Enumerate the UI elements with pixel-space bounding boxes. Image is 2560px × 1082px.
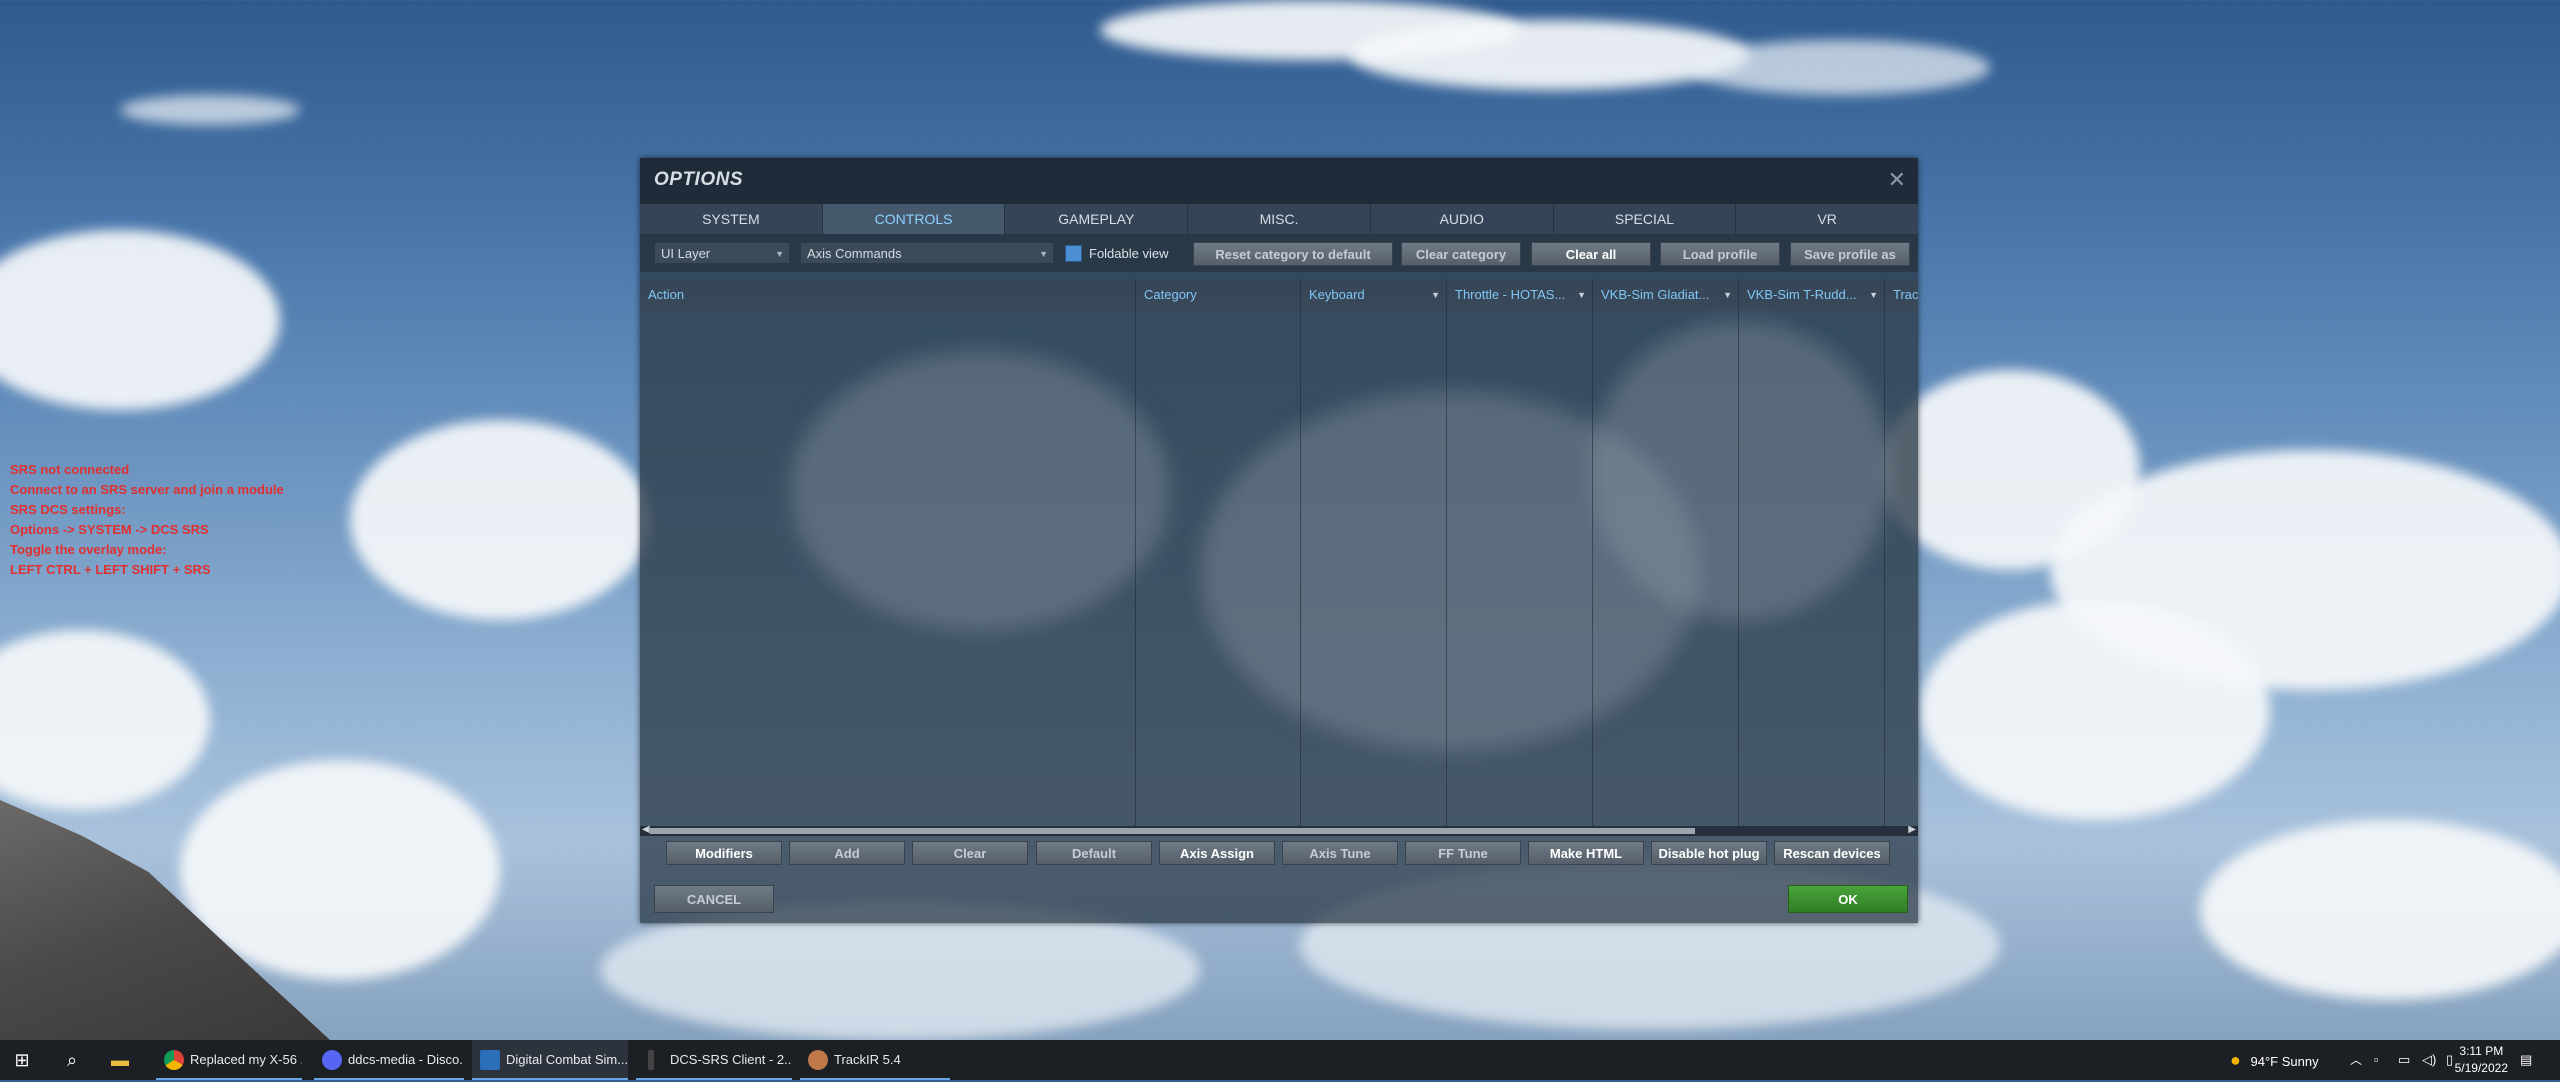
file-explorer-icon[interactable]: ▬ bbox=[108, 1048, 132, 1072]
disable-hot-plug-button[interactable]: Disable hot plug bbox=[1651, 841, 1767, 865]
reset-category-button[interactable]: Reset category to default bbox=[1193, 242, 1393, 266]
trackir-icon bbox=[808, 1050, 828, 1070]
chevron-down-icon: ▼ bbox=[775, 249, 784, 259]
axis-tune-button[interactable]: Axis Tune bbox=[1282, 841, 1398, 865]
chevron-up-icon[interactable]: ︿ bbox=[2350, 1040, 2362, 1080]
taskbar-app-discord[interactable]: ddcs-media - Disco... bbox=[314, 1040, 464, 1080]
save-profile-button[interactable]: Save profile as bbox=[1790, 242, 1910, 266]
horizontal-scrollbar[interactable]: ◀ ▶ bbox=[640, 824, 1918, 836]
layer-select-value: UI Layer bbox=[661, 246, 711, 261]
tab-controls[interactable]: CONTROLS bbox=[822, 204, 1006, 234]
taskbar-app-label: TrackIR 5.4 bbox=[834, 1052, 901, 1067]
chrome-icon bbox=[164, 1050, 184, 1070]
windows-start-icon[interactable]: ⊞ bbox=[10, 1048, 34, 1072]
overlay-line: Options -> SYSTEM -> DCS SRS bbox=[10, 522, 209, 537]
taskbar-clock[interactable]: 3:11 PM 5/19/2022 bbox=[2455, 1043, 2508, 1077]
dialog-header: OPTIONS ✕ bbox=[640, 158, 1918, 204]
clear-all-button[interactable]: Clear all bbox=[1531, 242, 1651, 266]
close-icon[interactable]: ✕ bbox=[1888, 167, 1906, 193]
bindings-table-header: Action Category Keyboard ▼ Throttle - HO… bbox=[640, 279, 1918, 311]
overlay-line: SRS not connected bbox=[10, 462, 130, 477]
column-throttle[interactable]: Throttle - HOTAS... ▼ bbox=[1446, 279, 1592, 311]
column-keyboard[interactable]: Keyboard ▼ bbox=[1300, 279, 1446, 311]
options-tabs: SYSTEM CONTROLS GAMEPLAY MISC. AUDIO SPE… bbox=[640, 204, 1918, 234]
clock-time: 3:11 PM bbox=[2459, 1044, 2504, 1058]
srs-icon bbox=[648, 1050, 654, 1070]
default-button[interactable]: Default bbox=[1036, 841, 1152, 865]
volume-icon[interactable]: ◁) bbox=[2422, 1040, 2436, 1080]
scroll-left-icon[interactable]: ◀ bbox=[642, 824, 650, 835]
modifiers-button[interactable]: Modifiers bbox=[666, 841, 782, 865]
controls-toolbar: UI Layer ▼ Axis Commands ▼ Foldable view… bbox=[640, 234, 1918, 272]
column-vkb-trudder[interactable]: VKB-Sim T-Rudd... ▼ bbox=[1738, 279, 1884, 311]
notification-icon[interactable]: ▤ bbox=[2520, 1040, 2532, 1080]
dcs-icon bbox=[480, 1050, 500, 1070]
tray-app-icon[interactable]: ▫ bbox=[2374, 1040, 2379, 1080]
tab-audio[interactable]: AUDIO bbox=[1371, 204, 1554, 234]
srs-overlay-text: SRS not connected Connect to an SRS serv… bbox=[10, 460, 284, 580]
clock-date: 5/19/2022 bbox=[2454, 1061, 2508, 1075]
overlay-line: Connect to an SRS server and join a modu… bbox=[10, 482, 284, 497]
dialog-title: OPTIONS bbox=[654, 169, 744, 190]
discord-icon bbox=[322, 1050, 342, 1070]
taskbar-app-label: DCS-SRS Client - 2.... bbox=[670, 1052, 792, 1067]
foldable-view-label: Foldable view bbox=[1089, 246, 1169, 261]
column-throttle-label: Throttle - HOTAS... bbox=[1455, 287, 1566, 302]
weather-text: 94°F Sunny bbox=[2250, 1054, 2319, 1069]
column-vkb-gladiator-label: VKB-Sim Gladiat... bbox=[1601, 287, 1710, 302]
chevron-down-icon: ▼ bbox=[1869, 290, 1878, 300]
tab-vr[interactable]: VR bbox=[1736, 204, 1918, 234]
layer-select[interactable]: UI Layer ▼ bbox=[654, 242, 790, 264]
chevron-down-icon: ▼ bbox=[1577, 290, 1586, 300]
rescan-devices-button[interactable]: Rescan devices bbox=[1774, 841, 1890, 865]
ok-button[interactable]: OK bbox=[1788, 885, 1908, 913]
column-vkb-trudder-label: VKB-Sim T-Rudd... bbox=[1747, 287, 1857, 302]
taskbar-app-label: ddcs-media - Disco... bbox=[348, 1052, 464, 1067]
make-html-button[interactable]: Make HTML bbox=[1528, 841, 1644, 865]
taskbar-app-trackir[interactable]: TrackIR 5.4 bbox=[800, 1040, 950, 1080]
column-trackir[interactable]: Trac bbox=[1884, 279, 1918, 311]
tab-misc[interactable]: MISC. bbox=[1188, 204, 1371, 234]
overlay-line: Toggle the overlay mode: bbox=[10, 542, 167, 557]
commands-select[interactable]: Axis Commands ▼ bbox=[800, 242, 1054, 264]
tab-system[interactable]: SYSTEM bbox=[640, 204, 823, 234]
search-icon[interactable]: ⌕ bbox=[60, 1048, 84, 1072]
chevron-down-icon: ▼ bbox=[1039, 249, 1048, 259]
battery-icon[interactable]: ▯ bbox=[2446, 1040, 2453, 1080]
taskbar-app-srs[interactable]: DCS-SRS Client - 2.... bbox=[636, 1040, 792, 1080]
taskbar-app-label: Replaced my X-56 ... bbox=[190, 1052, 302, 1067]
clear-category-button[interactable]: Clear category bbox=[1401, 242, 1521, 266]
tab-special[interactable]: SPECIAL bbox=[1554, 204, 1737, 234]
clear-button[interactable]: Clear bbox=[912, 841, 1028, 865]
ff-tune-button[interactable]: FF Tune bbox=[1405, 841, 1521, 865]
cancel-button[interactable]: CANCEL bbox=[654, 885, 774, 913]
network-icon[interactable]: ▭ bbox=[2398, 1040, 2410, 1080]
weather-widget[interactable]: ● 94°F Sunny bbox=[2230, 1040, 2319, 1080]
add-button[interactable]: Add bbox=[789, 841, 905, 865]
taskbar: ⊞ ⌕ ▬ Replaced my X-56 ... ddcs-media - … bbox=[0, 1040, 2560, 1080]
axis-assign-button[interactable]: Axis Assign bbox=[1159, 841, 1275, 865]
column-vkb-gladiator[interactable]: VKB-Sim Gladiat... ▼ bbox=[1592, 279, 1738, 311]
commands-select-value: Axis Commands bbox=[807, 246, 902, 261]
sun-icon: ● bbox=[2230, 1050, 2241, 1070]
overlay-line: LEFT CTRL + LEFT SHIFT + SRS bbox=[10, 562, 211, 577]
tab-gameplay[interactable]: GAMEPLAY bbox=[1005, 204, 1189, 234]
scroll-thumb[interactable] bbox=[650, 828, 1695, 834]
scroll-right-icon[interactable]: ▶ bbox=[1908, 824, 1916, 835]
column-keyboard-label: Keyboard bbox=[1309, 287, 1365, 302]
taskbar-app-chrome[interactable]: Replaced my X-56 ... bbox=[156, 1040, 302, 1080]
column-category[interactable]: Category bbox=[1135, 279, 1300, 311]
chevron-down-icon: ▼ bbox=[1431, 290, 1440, 300]
options-dialog: OPTIONS ✕ SYSTEM CONTROLS GAMEPLAY MISC.… bbox=[640, 158, 1918, 923]
foldable-view-checkbox[interactable] bbox=[1065, 245, 1082, 262]
overlay-line: SRS DCS settings: bbox=[10, 502, 126, 517]
column-action[interactable]: Action bbox=[640, 279, 1135, 311]
load-profile-button[interactable]: Load profile bbox=[1660, 242, 1780, 266]
taskbar-app-label: Digital Combat Sim... bbox=[506, 1052, 628, 1067]
taskbar-app-dcs[interactable]: Digital Combat Sim... bbox=[472, 1040, 628, 1080]
bindings-table-body[interactable] bbox=[640, 311, 1918, 826]
chevron-down-icon: ▼ bbox=[1723, 290, 1732, 300]
